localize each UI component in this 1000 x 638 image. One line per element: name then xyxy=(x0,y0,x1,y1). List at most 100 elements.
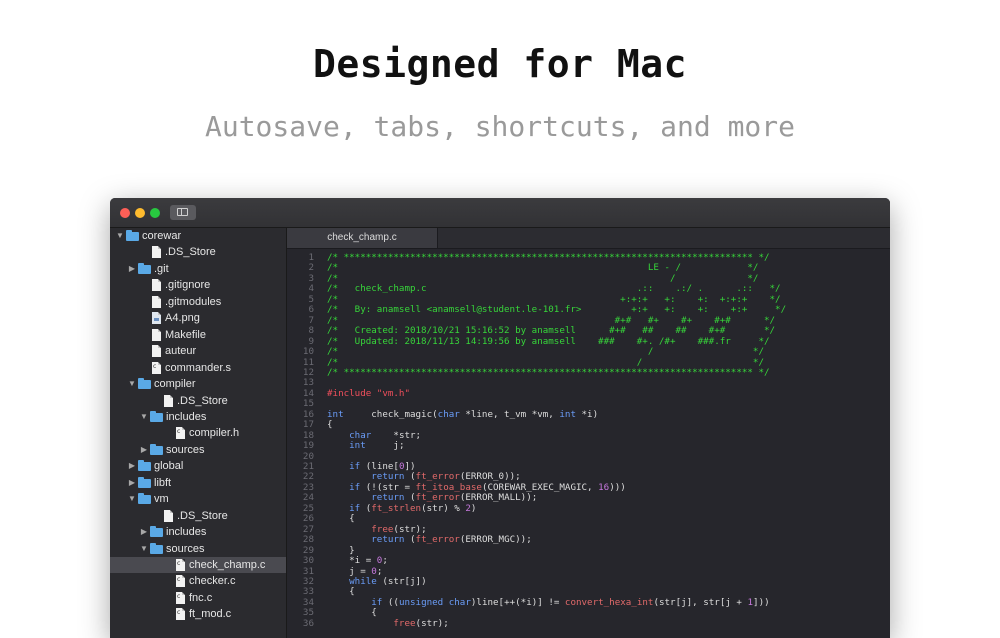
code-line[interactable]: 28 return (ft_error(ERROR_MGC)); xyxy=(287,534,890,546)
code-token: *i) xyxy=(575,408,599,420)
sidebar-item-ds-store[interactable]: .DS_Store xyxy=(110,244,286,260)
disclosure-collapsed-icon[interactable]: ▶ xyxy=(140,442,148,458)
sidebar-item-check-champ-c[interactable]: check_champ.c xyxy=(110,557,286,573)
sidebar-item-ds-store[interactable]: .DS_Store xyxy=(110,393,286,409)
code-token: /* / */ xyxy=(327,346,764,358)
code-line[interactable]: 16 int check_magic(char *line, t_vm *vm, … xyxy=(287,408,890,420)
sidebar-item-gitignore[interactable]: .gitignore xyxy=(110,277,286,293)
sidebar-item-label: compiler xyxy=(154,378,196,391)
code-token: (str) % xyxy=(421,502,466,514)
minimize-button[interactable] xyxy=(135,208,145,218)
code-token: char xyxy=(349,429,372,441)
zoom-button[interactable] xyxy=(150,208,160,218)
sidebar-item-auteur[interactable]: auteur xyxy=(110,343,286,359)
window-titlebar xyxy=(110,198,890,228)
code-token: ft_error xyxy=(415,471,460,483)
code-token: (str); xyxy=(415,617,449,629)
code-token: if xyxy=(349,502,361,514)
code-token: *line, t_vm *vm, xyxy=(459,408,560,420)
sidebar-item-compiler-h[interactable]: compiler.h xyxy=(110,425,286,441)
file-tree-sidebar: ▼ corewar .DS_Store ▶ .git .gitignore .gitmodu… xyxy=(110,228,287,638)
disclosure-expanded-icon[interactable]: ▼ xyxy=(128,376,136,392)
code-line[interactable]: 34 if ((unsigned char)line[++(*i)] != co… xyxy=(287,597,890,608)
sidebar-item-compiler[interactable]: ▼ compiler xyxy=(110,376,286,392)
sidebar-item-checker-c[interactable]: checker.c xyxy=(110,573,286,589)
sidebar-item-label: check_champ.c xyxy=(189,559,266,571)
sidebar-item-vm[interactable]: ▼ vm xyxy=(110,491,286,507)
code-token: return xyxy=(371,534,405,546)
folder-icon xyxy=(126,230,139,241)
folder-icon xyxy=(150,410,163,422)
sidebar-item-sources[interactable]: ▶ sources xyxy=(110,442,286,458)
sidebar-item-label: checker.c xyxy=(189,575,236,588)
code-line[interactable]: 12/* ***********************************… xyxy=(287,367,890,378)
sidebar-item-includes[interactable]: ▼ includes xyxy=(110,409,286,425)
source-file-icon xyxy=(176,559,185,571)
sidebar-item-label: .DS_Store xyxy=(165,246,216,259)
code-line[interactable]: 14 #include "vm.h" xyxy=(287,388,890,399)
code-line[interactable]: 32 while (str[j]) xyxy=(287,576,890,587)
code-editor[interactable]: check_champ.c 1/* **********************… xyxy=(287,228,890,638)
sidebar-item-sources[interactable]: ▼ sources xyxy=(110,541,286,557)
line-number: 8 xyxy=(308,325,314,337)
sidebar-item-label: ft_mod.c xyxy=(189,608,232,621)
code-line[interactable]: 25 if (ft_strlen(str) % 2) xyxy=(287,502,890,514)
sidebar-item-label: sources xyxy=(166,443,205,456)
sidebar-item-corewar[interactable]: ▼ corewar xyxy=(110,228,286,244)
disclosure-expanded-icon[interactable]: ▼ xyxy=(116,228,124,244)
code-token: if xyxy=(349,481,361,493)
file-icon xyxy=(152,328,161,341)
folder-icon xyxy=(150,443,163,455)
sidebar-item-libft[interactable]: ▶ libft xyxy=(110,475,286,491)
code-token: ))) xyxy=(609,481,626,493)
editor-window: ▼ corewar .DS_Store ▶ .git .gitignore .gitmodu… xyxy=(110,198,890,638)
sidebar-item-git[interactable]: ▶ .git xyxy=(110,261,286,277)
code-line[interactable]: 36 free(str); xyxy=(287,617,890,629)
code-token: ft_itoa_base xyxy=(415,481,482,493)
close-button[interactable] xyxy=(120,208,130,218)
sidebar-item-ft-mod-c[interactable]: ft_mod.c xyxy=(110,606,286,622)
sidebar-item-a4-png[interactable]: A4.png xyxy=(110,310,286,326)
disclosure-expanded-icon[interactable]: ▼ xyxy=(140,541,148,557)
code-token: if xyxy=(349,461,361,472)
folder-icon xyxy=(150,542,163,554)
sidebar-toggle-button[interactable] xyxy=(170,205,196,220)
sidebar-item-ds-store[interactable]: .DS_Store xyxy=(110,508,286,524)
line-number: 30 xyxy=(302,555,314,567)
code-token: { xyxy=(327,586,355,598)
sidebar-item-gitmodules[interactable]: .gitmodules xyxy=(110,294,286,310)
code-token: (ERROR_MGC)); xyxy=(459,534,532,546)
sidebar-item-label: includes xyxy=(166,410,207,423)
sidebar-item-global[interactable]: ▶ global xyxy=(110,458,286,474)
sidebar-icon xyxy=(177,208,188,216)
file-icon xyxy=(152,279,161,292)
line-number: 10 xyxy=(302,346,314,358)
code-token: return xyxy=(371,471,405,483)
code-token: /* *************************************… xyxy=(327,252,770,263)
code-token: /* By: anamsell <anamsell@student.le-101… xyxy=(327,304,787,316)
sidebar-item-label: .gitignore xyxy=(165,279,211,292)
sidebar-item-includes[interactable]: ▶ includes xyxy=(110,524,286,540)
disclosure-expanded-icon[interactable]: ▼ xyxy=(128,491,136,507)
sidebar-item-label: auteur xyxy=(165,345,197,358)
sidebar-item-fnc-c[interactable]: fnc.c xyxy=(110,590,286,606)
code-line[interactable]: 19 int j; xyxy=(287,440,890,451)
sidebar-item-makefile[interactable]: Makefile xyxy=(110,327,286,343)
tab-check-champ-c[interactable]: check_champ.c xyxy=(287,228,438,248)
code-token: ( xyxy=(404,471,416,483)
disclosure-expanded-icon[interactable]: ▼ xyxy=(140,409,148,425)
disclosure-collapsed-icon[interactable]: ▶ xyxy=(128,475,136,491)
code-token: int xyxy=(327,408,344,420)
disclosure-collapsed-icon[interactable]: ▶ xyxy=(140,524,148,540)
folder-icon xyxy=(138,262,151,274)
disclosure-collapsed-icon[interactable]: ▶ xyxy=(128,261,136,277)
sidebar-item-label: commander.s xyxy=(165,361,232,374)
source-file-icon xyxy=(176,591,185,604)
code-token: { xyxy=(327,419,333,431)
disclosure-collapsed-icon[interactable]: ▶ xyxy=(128,458,136,474)
sidebar-item-commander-s[interactable]: commander.s xyxy=(110,360,286,376)
